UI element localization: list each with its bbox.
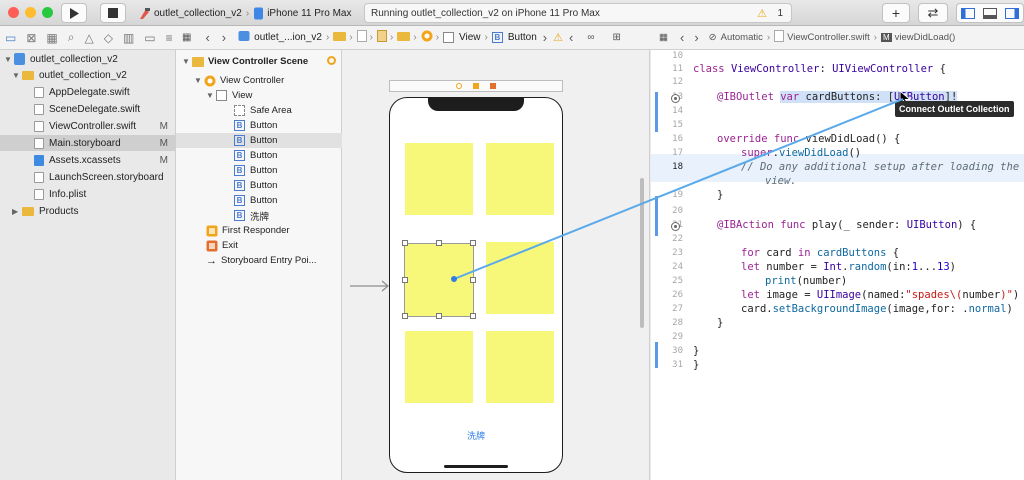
connection-drag-line <box>451 98 904 282</box>
